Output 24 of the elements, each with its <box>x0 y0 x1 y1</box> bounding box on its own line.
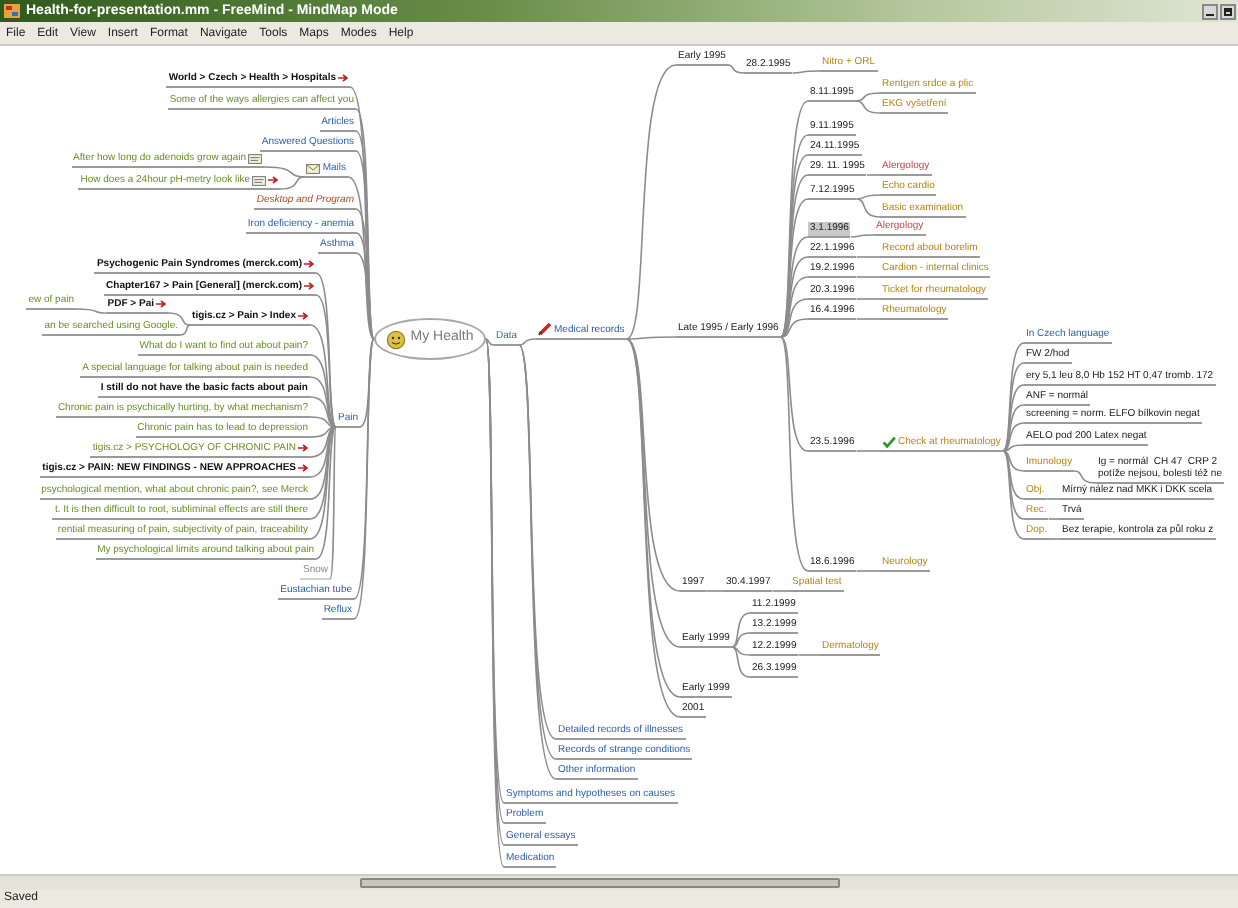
connector-line <box>1047 518 1061 520</box>
connector-line <box>855 256 881 258</box>
connector-line <box>855 276 881 278</box>
app-icon <box>4 4 20 18</box>
connector-line <box>791 70 821 74</box>
smiley-icon <box>386 329 407 349</box>
maximize-button[interactable] <box>1220 3 1236 19</box>
scrollbar-thumb[interactable] <box>360 878 840 888</box>
connector-line <box>850 234 875 238</box>
minimize-button[interactable] <box>1202 3 1218 19</box>
connector-line <box>75 308 107 314</box>
connector-line <box>855 318 881 320</box>
connector-line <box>771 590 791 592</box>
connector-line <box>855 298 881 300</box>
connector-line <box>797 654 821 656</box>
connector-line <box>855 570 881 572</box>
connector-line <box>727 64 745 74</box>
connector-line <box>866 174 881 176</box>
connector-line <box>855 450 881 452</box>
connector-line <box>1048 538 1061 540</box>
connector-line <box>1073 470 1097 484</box>
connector-line <box>1045 498 1061 500</box>
horizontal-scrollbar[interactable] <box>0 874 1238 890</box>
connector-line <box>705 590 725 592</box>
